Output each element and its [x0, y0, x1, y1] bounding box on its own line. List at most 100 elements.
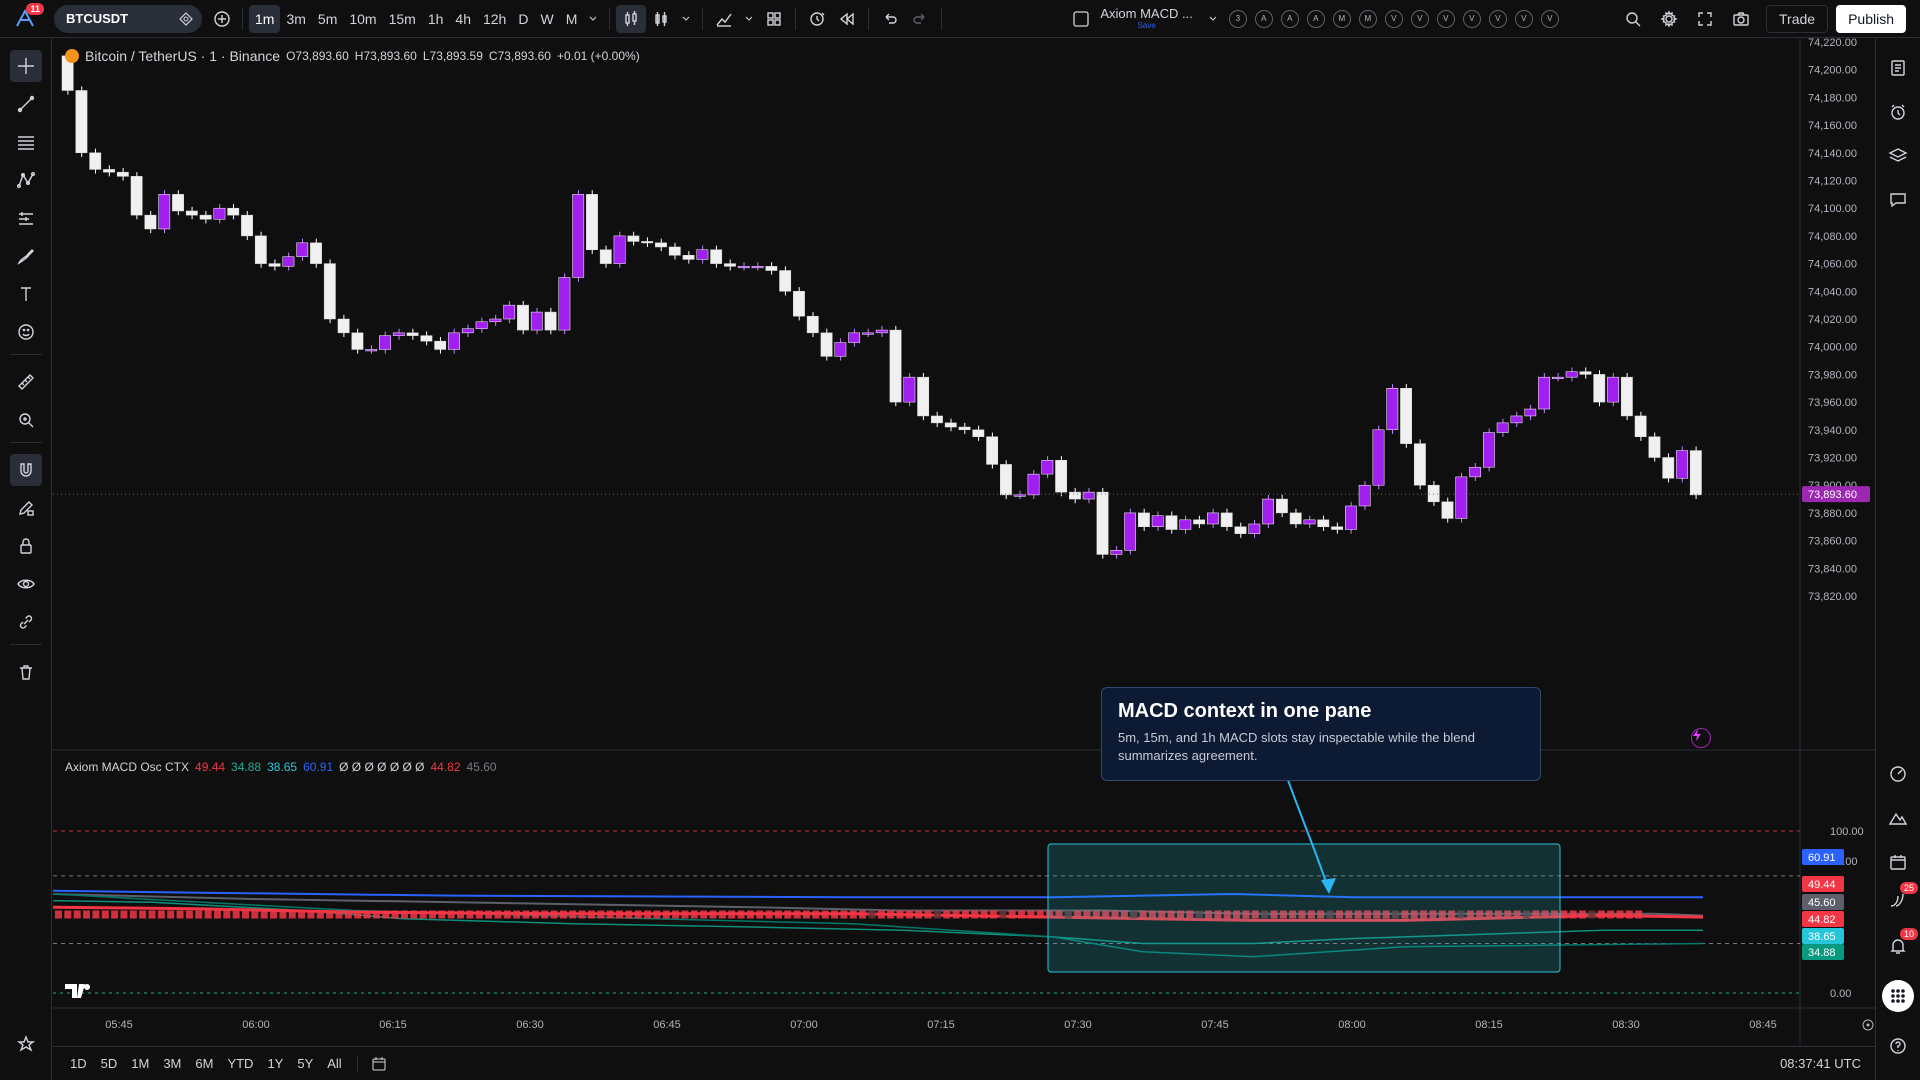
candle-body — [268, 263, 281, 267]
publish-button[interactable]: Publish — [1836, 4, 1906, 33]
chart-area[interactable]: 74,220.00 74,200.00 74,180.00 74,160.00 74,1… — [53, 38, 1875, 1046]
candle-body — [793, 291, 805, 317]
timeframe-dropdown[interactable] — [583, 5, 603, 33]
emoji-tool[interactable] — [10, 316, 42, 348]
ohlc-low: L73,893.59 — [422, 49, 483, 63]
layouts-button[interactable] — [759, 5, 789, 33]
candle-body — [475, 321, 488, 329]
candles-type-button[interactable] — [616, 4, 647, 33]
alert-chip[interactable]: A — [1254, 9, 1273, 28]
alert-chip[interactable]: 3 — [1228, 9, 1247, 28]
delete-tool[interactable] — [10, 656, 42, 688]
alert-chip[interactable]: V — [1488, 9, 1507, 28]
alert-chip[interactable]: V — [1514, 9, 1533, 28]
timeframe-D[interactable]: D — [512, 5, 534, 33]
settings-button[interactable] — [1654, 5, 1684, 33]
add-symbol-button[interactable] — [208, 5, 236, 33]
range-1y[interactable]: 1Y — [260, 1056, 290, 1071]
layout-dropdown[interactable] — [1203, 5, 1223, 33]
lightning-icon[interactable] — [1691, 728, 1711, 748]
snapshot-button[interactable] — [1726, 5, 1756, 33]
timeframe-3m[interactable]: 3m — [280, 5, 311, 33]
alert-chip[interactable]: V — [1436, 9, 1455, 28]
alerts-panel-button[interactable] — [1882, 96, 1914, 128]
alert-chip[interactable]: V — [1384, 9, 1403, 28]
layout-checkbox[interactable] — [1068, 5, 1094, 33]
crosshair-tool[interactable] — [10, 50, 42, 82]
ohlc-open: O73,893.60 — [286, 49, 349, 63]
fullscreen-button[interactable] — [1690, 5, 1720, 33]
alert-chip[interactable]: M — [1358, 9, 1377, 28]
range-6m[interactable]: 6M — [188, 1056, 220, 1071]
fib-tool[interactable] — [10, 126, 42, 158]
range-all[interactable]: All — [320, 1056, 348, 1071]
alert-chip[interactable]: V — [1540, 9, 1559, 28]
brush-tool[interactable] — [10, 240, 42, 272]
alert-chip[interactable]: V — [1462, 9, 1481, 28]
timeframe-15m[interactable]: 15m — [383, 5, 422, 33]
help-button[interactable] — [1882, 1030, 1914, 1062]
forecast-tool[interactable] — [10, 202, 42, 234]
goto-date-button[interactable] — [366, 1050, 392, 1078]
replay-button[interactable] — [832, 5, 862, 33]
timeframe-4h[interactable]: 4h — [449, 5, 477, 33]
visibility-tool[interactable] — [10, 568, 42, 600]
alert-chip[interactable]: V — [1410, 9, 1429, 28]
symbol-title[interactable]: Bitcoin / TetherUS · 1 · Binance — [85, 48, 280, 64]
trend-line-tool[interactable] — [10, 88, 42, 120]
alert-chip[interactable]: M — [1332, 9, 1351, 28]
timeframe-12h[interactable]: 12h — [477, 5, 512, 33]
ideas-button[interactable] — [1882, 758, 1914, 790]
text-tool[interactable] — [10, 278, 42, 310]
measure-tool[interactable] — [10, 366, 42, 398]
alert-button[interactable] — [802, 5, 832, 33]
notifications-button[interactable]: 10 — [1882, 928, 1918, 962]
compare-icon[interactable] — [178, 11, 194, 27]
candle-body — [1165, 515, 1178, 530]
timeframe-5m[interactable]: 5m — [312, 5, 343, 33]
range-3m[interactable]: 3M — [156, 1056, 188, 1071]
app-logo[interactable]: 11 — [10, 2, 44, 34]
symbol-search[interactable]: BTCUSDT — [54, 4, 202, 33]
indicator-legend[interactable]: Axiom MACD Osc CTX 49.44 34.88 38.65 60.91 Ø… — [65, 760, 497, 774]
timeframe-1h[interactable]: 1h — [422, 5, 450, 33]
timeframe-W[interactable]: W — [534, 5, 559, 33]
pencil-lock-icon — [19, 501, 34, 516]
indicators-dropdown[interactable] — [739, 5, 759, 33]
news-button[interactable]: 25 — [1882, 882, 1918, 916]
range-1m[interactable]: 1M — [124, 1056, 156, 1071]
chart-type-dropdown[interactable] — [676, 5, 696, 33]
alert-chip[interactable]: A — [1280, 9, 1299, 28]
zoom-tool[interactable] — [10, 404, 42, 436]
timeframe-1m[interactable]: 1m — [249, 4, 281, 33]
quick-search-button[interactable] — [1618, 5, 1648, 33]
redo-button[interactable] — [905, 5, 935, 33]
calendar-button[interactable] — [1882, 846, 1914, 878]
watchlist-button[interactable] — [1882, 52, 1914, 84]
favorites-tool[interactable] — [10, 1028, 42, 1060]
trade-button[interactable]: Trade — [1766, 4, 1829, 33]
lock-tool[interactable] — [10, 530, 42, 562]
range-ytd[interactable]: YTD — [220, 1056, 260, 1071]
chart-canvas[interactable]: 74,220.00 74,200.00 74,180.00 74,160.00 74,1… — [53, 38, 1875, 1046]
indicators-button[interactable] — [709, 5, 739, 33]
undo-button[interactable] — [875, 5, 905, 33]
range-1d[interactable]: 1D — [63, 1056, 94, 1071]
timeframe-M[interactable]: M — [560, 5, 584, 33]
range-5y[interactable]: 5Y — [290, 1056, 320, 1071]
utc-clock[interactable]: 08:37:41 UTC — [1780, 1056, 1861, 1071]
drawing-toolbar — [0, 38, 52, 1080]
link-tool[interactable] — [10, 606, 42, 638]
object-tree-button[interactable] — [1882, 140, 1914, 172]
apps-button[interactable] — [1882, 980, 1914, 1012]
draw-mode-tool[interactable] — [10, 492, 42, 524]
alert-chip[interactable]: A — [1306, 9, 1325, 28]
chat-button[interactable] — [1882, 184, 1914, 216]
bars-type-button[interactable] — [646, 5, 676, 33]
pattern-tool[interactable] — [10, 164, 42, 196]
range-5d[interactable]: 5D — [94, 1056, 125, 1071]
pine-button[interactable] — [1882, 802, 1914, 834]
timeframe-10m[interactable]: 10m — [343, 5, 382, 33]
layout-name[interactable]: Axiom MACD ... Save — [1100, 7, 1192, 30]
magnet-tool[interactable] — [10, 454, 42, 486]
